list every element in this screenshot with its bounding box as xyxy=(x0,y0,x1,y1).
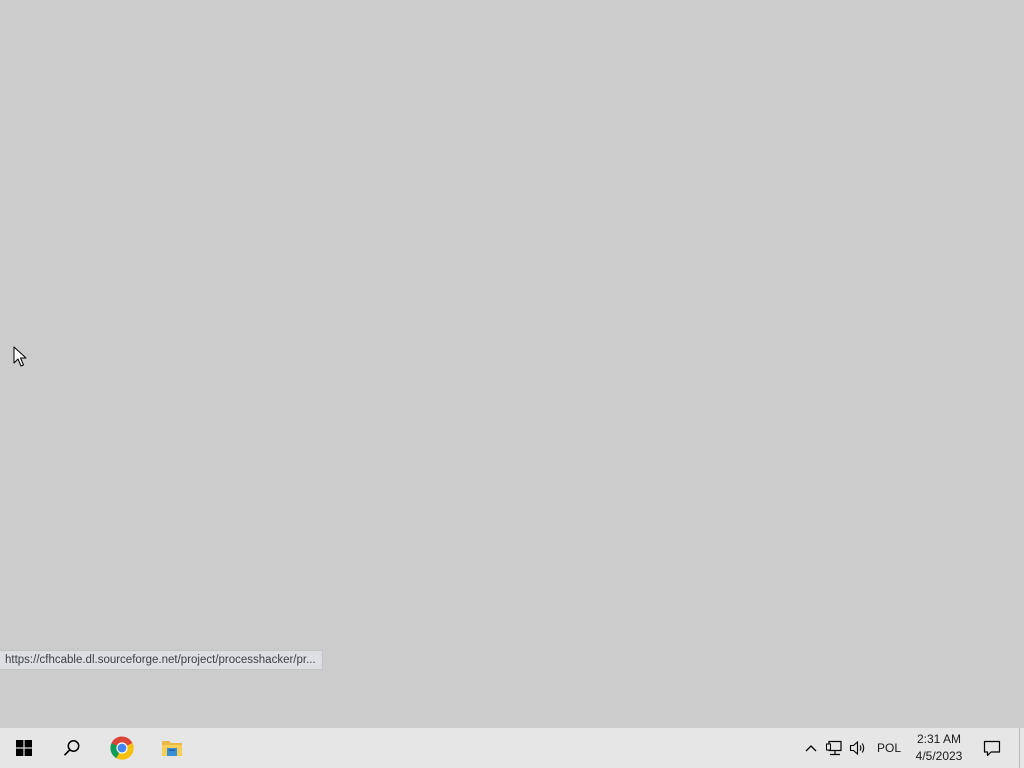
input-language-indicator[interactable]: POL xyxy=(872,728,906,768)
volume-tray-button[interactable] xyxy=(847,728,869,768)
windows-logo-icon xyxy=(16,740,32,756)
taskbar: POL 2:31 AM 4/5/2023 xyxy=(0,728,1024,768)
file-explorer-taskbar-button[interactable] xyxy=(148,728,196,768)
start-button[interactable] xyxy=(0,728,48,768)
chrome-taskbar-button[interactable] xyxy=(98,728,146,768)
network-icon xyxy=(826,740,842,756)
link-status-bubble: https://cfhcable.dl.sourceforge.net/proj… xyxy=(0,650,323,670)
search-icon xyxy=(63,740,80,756)
language-label: POL xyxy=(876,741,901,755)
search-button[interactable] xyxy=(48,728,96,768)
action-center-button[interactable] xyxy=(974,728,1010,768)
show-hidden-icons-button[interactable] xyxy=(800,728,822,768)
show-desktop-button[interactable] xyxy=(1019,728,1024,768)
chevron-up-icon xyxy=(805,745,817,752)
clock-date: 4/5/2023 xyxy=(915,749,963,763)
folder-icon xyxy=(162,741,182,756)
notification-icon xyxy=(983,740,1001,756)
desktop: https://cfhcable.dl.sourceforge.net/proj… xyxy=(0,0,1024,728)
chrome-icon xyxy=(110,736,134,760)
link-status-url: https://cfhcable.dl.sourceforge.net/proj… xyxy=(5,654,316,666)
clock-time: 2:31 AM xyxy=(916,732,962,746)
taskbar-clock[interactable]: 2:31 AM 4/5/2023 xyxy=(908,728,970,768)
mouse-pointer-icon xyxy=(13,346,27,367)
speaker-icon xyxy=(849,740,865,756)
network-tray-button[interactable] xyxy=(824,728,846,768)
